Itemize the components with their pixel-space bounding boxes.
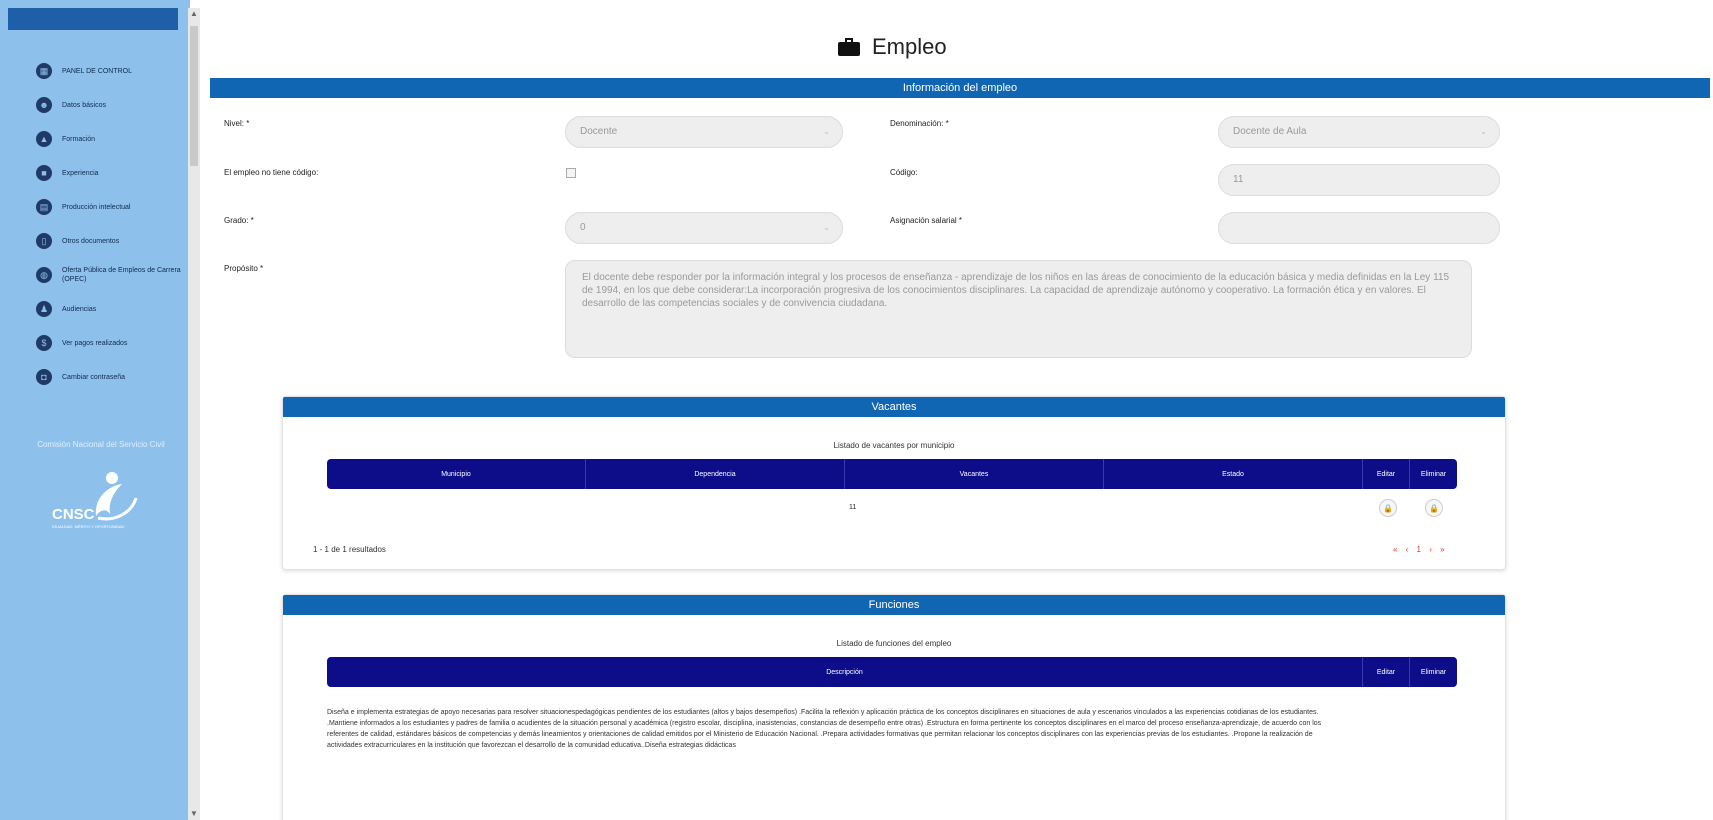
users-icon: ☻ [36,97,52,113]
sidebar-item-datos-basicos[interactable]: ☻ Datos básicos [36,88,186,122]
sidebar-nav: ▦ PANEL DE CONTROL ☻ Datos básicos ▲ For… [36,54,186,394]
main-content: Empleo Información del empleo Nivel: * D… [206,0,1713,820]
results-count: 1 - 1 de 1 resultados [313,545,386,554]
dashboard-icon: ▦ [36,63,52,79]
proposito-textarea[interactable]: El docente debe responder por la informa… [565,260,1472,358]
sidebar-item-label: Datos básicos [62,101,106,109]
chevron-down-icon: ⌄ [1480,127,1487,136]
col-vacantes[interactable]: Vacantes [845,459,1104,489]
grado-label: Grado: * [224,216,254,225]
cnsc-logo: Comisión Nacional del Servicio Civil CNS… [36,440,166,538]
page-title-text: Empleo [872,34,947,59]
funciones-caption: Listado de funciones del empleo [836,639,952,648]
info-panel-header: Información del empleo [210,78,1710,98]
asignacion-label: Asignación salarial * [890,216,963,225]
edit-lock-icon[interactable]: 🔒 [1379,499,1397,517]
vacantes-table-header: Municipio Dependencia Vacantes Estado Ed… [327,459,1457,489]
sidebar-item-label: Formación [62,135,96,143]
proposito-label: Propósito * [224,264,264,273]
vacantes-caption: Listado de vacantes por municipio [833,441,955,450]
col-municipio[interactable]: Municipio [327,459,586,489]
sidebar-item-otros-documentos[interactable]: ▯ Otros documentos [36,224,186,258]
funciones-card: Funciones Listado de funciones del emple… [282,594,1506,820]
sidebar-scrollbar[interactable]: ▲ ▼ [188,8,200,820]
logo-mark: CNSC IGUALDAD, MÉRITO Y OPORTUNIDAD [36,468,166,538]
delete-lock-icon[interactable]: 🔒 [1425,499,1443,517]
logo-acronym: CNSC [52,506,95,523]
pagination[interactable]: « ‹ 1 › » [1393,545,1448,554]
sidebar-item-audiencias[interactable]: ♟ Audiencias [36,292,186,326]
nivel-label: Nivel: * [224,119,250,128]
codigo-input[interactable]: 11 [1218,164,1500,196]
sidebar-item-label: Otros documentos [62,237,120,245]
scroll-down-icon[interactable]: ▼ [188,808,200,820]
info-panel: Información del empleo [210,78,1710,98]
chevron-down-icon: ⌄ [823,127,830,136]
org-name: Comisión Nacional del Servicio Civil [37,440,165,449]
sidebar-item-label: Oferta Pública de Empleos de Carrera (OP… [62,267,181,283]
vacantes-card: Vacantes Listado de vacantes por municip… [282,396,1506,570]
grado-select[interactable]: 0 ⌄ [565,212,843,244]
codigo-value: 11 [1233,174,1244,185]
sidebar-top-bar [8,8,178,30]
sidebar-item-label: Producción intelectual [62,203,131,211]
sidebar-item-produccion-intelectual[interactable]: ▤ Producción intelectual [36,190,186,224]
col-dependencia[interactable]: Dependencia [586,459,845,489]
document-icon: ▯ [36,233,52,249]
sidebar-item-label: Ver pagos realizados [62,339,128,347]
sin-codigo-label: El empleo no tiene código: [224,168,319,177]
logo-tagline: IGUALDAD, MÉRITO Y OPORTUNIDAD [52,524,125,529]
scroll-up-icon[interactable]: ▲ [188,8,200,20]
sidebar-item-panel-de-control[interactable]: ▦ PANEL DE CONTROL [36,54,186,88]
col-eliminar: Eliminar [1420,470,1447,478]
denominacion-select[interactable]: Docente de Aula ⌄ [1218,116,1500,148]
nivel-value: Docente [580,126,618,137]
briefcase-icon [838,38,860,56]
col-editar: Editar [1363,657,1410,687]
book-icon: ▤ [36,199,52,215]
grado-value: 0 [580,222,586,233]
denominacion-value: Docente de Aula [1233,126,1307,137]
funciones-header: Funciones [283,595,1505,615]
col-eliminar: Eliminar [1420,668,1447,676]
sidebar-item-label: Cambiar contraseña [62,373,126,381]
denominacion-label: Denominación: * [890,119,949,128]
page-title: Empleo [838,34,947,60]
sidebar-item-label: PANEL DE CONTROL [62,67,133,75]
audience-icon: ♟ [36,301,52,317]
nivel-select[interactable]: Docente ⌄ [565,116,843,148]
globe-icon: ◍ [36,267,52,283]
sin-codigo-checkbox[interactable] [566,168,576,178]
briefcase-icon: ■ [36,165,52,181]
funcion-description: Diseña e implementa estrategias de apoyo… [327,709,1322,749]
graduation-icon: ▲ [36,131,52,147]
sidebar-item-experiencia[interactable]: ■ Experiencia [36,156,186,190]
col-descripcion[interactable]: Descripción [327,657,1363,687]
asignacion-input[interactable] [1218,212,1500,244]
lock-icon: ◘ [36,369,52,385]
sidebar-item-formacion[interactable]: ▲ Formación [36,122,186,156]
chevron-down-icon: ⌄ [823,223,830,232]
col-editar: Editar [1363,459,1410,489]
sidebar-item-opec[interactable]: ◍ Oferta Pública de Empleos de Carrera (… [36,258,186,292]
vacantes-header: Vacantes [283,397,1505,417]
dollar-icon: $ [36,335,52,351]
sidebar-item-cambiar-contrasena[interactable]: ◘ Cambiar contraseña [36,360,186,394]
table-row-vacantes-cell: 11 [849,504,857,511]
sidebar: ▲ ▼ ▦ PANEL DE CONTROL ☻ Datos básicos ▲… [0,0,200,820]
sidebar-item-label: Audiencias [62,305,97,313]
sidebar-item-ver-pagos[interactable]: $ Ver pagos realizados [36,326,186,360]
col-estado[interactable]: Estado [1104,459,1363,489]
app-root: ▲ ▼ ▦ PANEL DE CONTROL ☻ Datos básicos ▲… [0,0,1713,820]
funciones-table-header: Descripción Editar Eliminar [327,657,1457,687]
codigo-label: Código: [890,168,918,177]
scrollbar-thumb[interactable] [190,26,198,166]
sidebar-item-label: Experiencia [62,169,99,177]
